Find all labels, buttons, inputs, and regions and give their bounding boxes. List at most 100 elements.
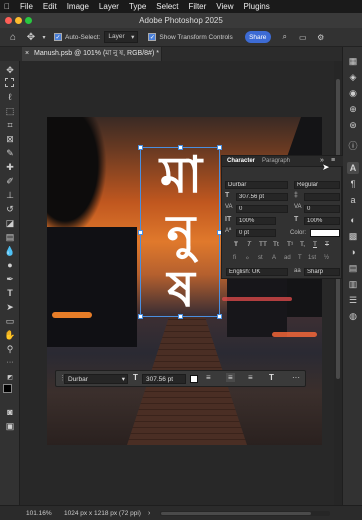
auto-select-dropdown[interactable]: Layer ▾ — [104, 31, 139, 43]
patterns-icon[interactable]: ▥ — [347, 278, 359, 290]
color-icon[interactable]: ◑ — [347, 246, 359, 258]
horizontal-scrollbar[interactable] — [160, 511, 330, 516]
superscript-button[interactable]: T¹ — [287, 241, 293, 249]
info-icon[interactable]: ⓘ — [347, 140, 359, 152]
kerning-field[interactable]: 0 — [236, 205, 288, 213]
tab-paragraph[interactable]: Paragraph — [262, 158, 290, 164]
horizontal-scale-field[interactable]: 100% — [304, 217, 340, 225]
type-tool-icon[interactable]: T — [4, 287, 16, 299]
eyedropper-tool-icon[interactable]: ✎ — [4, 147, 16, 159]
swash-button[interactable]: A — [272, 254, 276, 262]
tracking-field[interactable]: 0 — [304, 205, 340, 213]
search-icon[interactable]: ⌕ — [279, 32, 291, 42]
menu-view[interactable]: View — [211, 2, 238, 11]
fractions-button[interactable]: ½ — [324, 254, 329, 262]
eraser-tool-icon[interactable]: ◪ — [4, 217, 16, 229]
font-size-field[interactable]: 307.56 pt — [236, 193, 288, 201]
hand-tool-icon[interactable]: ✋ — [4, 329, 16, 341]
history-icon[interactable]: ◐ — [347, 214, 359, 226]
context-font-size-field[interactable]: 307.56 pt — [142, 374, 186, 384]
crop-tool-icon[interactable]: ⌗ — [4, 119, 16, 131]
move-tool-icon[interactable]: ✥ — [4, 64, 16, 76]
close-tab-icon[interactable]: × — [25, 47, 29, 61]
align-right-icon[interactable]: ≡ — [248, 373, 253, 382]
font-family-select[interactable]: Durbar — [225, 181, 288, 189]
panel-menu-icon[interactable]: ≡ — [331, 157, 335, 164]
transform-handle[interactable] — [178, 145, 183, 150]
foreground-color-swatch[interactable] — [3, 384, 12, 393]
glyphs-icon[interactable]: a — [347, 194, 359, 206]
vertical-scrollbar[interactable] — [334, 61, 342, 505]
align-center-icon[interactable]: ≡ — [226, 373, 235, 382]
clone-stamp-tool-icon[interactable]: ⊥ — [4, 189, 16, 201]
more-options-button[interactable]: ··· — [292, 373, 300, 382]
font-style-select[interactable]: Regular — [294, 181, 340, 189]
leading-field[interactable] — [304, 193, 340, 201]
close-window-button[interactable] — [5, 17, 12, 24]
auto-select-checkbox[interactable]: ✓ — [54, 33, 62, 41]
object-select-tool-icon[interactable]: ⬚ — [4, 105, 16, 117]
screen-mode-icon[interactable]: ▣ — [4, 420, 16, 432]
strikethrough-button[interactable]: T — [325, 241, 329, 249]
rectangle-tool-icon[interactable]: ▭ — [4, 315, 16, 327]
gradient-tool-icon[interactable]: ▤ — [4, 231, 16, 243]
menu-edit[interactable]: Edit — [38, 2, 62, 11]
share-button[interactable]: Share — [244, 31, 271, 43]
transform-handle[interactable] — [138, 145, 143, 150]
lasso-tool-icon[interactable]: ℓ — [4, 91, 16, 103]
document-tab[interactable]: × Manush.psb @ 101% (মা নু ষ, RGB/8#) * — [22, 47, 162, 61]
move-tool-icon[interactable]: ✥ — [22, 32, 40, 43]
blur-tool-icon[interactable]: 💧 — [4, 245, 16, 257]
align-left-icon[interactable]: ≡ — [206, 373, 211, 382]
zoom-level[interactable]: 101.16% — [26, 510, 52, 517]
settings-icon[interactable]: ⚙ — [315, 33, 327, 42]
apple-menu-icon[interactable]:  — [0, 2, 15, 11]
layers-icon[interactable]: ◈ — [347, 71, 359, 83]
styles-icon[interactable]: ◍ — [347, 310, 359, 322]
channels-icon[interactable]: ⊕ — [347, 103, 359, 115]
frame-tool-icon[interactable]: ⊠ — [4, 133, 16, 145]
menu-layer[interactable]: Layer — [94, 2, 124, 11]
text-color-swatch[interactable] — [310, 229, 340, 237]
marquee-tool-icon[interactable] — [5, 78, 14, 87]
titling-alternates-button[interactable]: T — [298, 254, 302, 262]
default-colors-icon[interactable]: ◩ — [4, 372, 16, 384]
stylistic-alternates-button[interactable]: ad — [284, 254, 291, 262]
faux-bold-button[interactable]: T — [234, 241, 238, 249]
tab-character[interactable]: Character — [227, 158, 255, 164]
menu-filter[interactable]: Filter — [184, 2, 212, 11]
menu-type[interactable]: Type — [124, 2, 151, 11]
history-brush-tool-icon[interactable]: ↺ — [4, 203, 16, 215]
transform-handle[interactable] — [217, 145, 222, 150]
horizontal-scrollbar-thumb[interactable] — [161, 512, 311, 515]
ligatures-button[interactable]: fi — [233, 254, 236, 262]
tool-preset-chevron-icon[interactable]: ▾ — [40, 34, 48, 41]
zoom-window-button[interactable] — [25, 17, 32, 24]
more-tools-icon[interactable]: ··· — [4, 357, 16, 369]
menu-select[interactable]: Select — [151, 2, 183, 11]
paths-icon[interactable]: ⊛ — [347, 119, 359, 131]
minimize-window-button[interactable] — [15, 17, 22, 24]
baseline-shift-field[interactable]: 0 pt — [236, 229, 276, 237]
transform-handle[interactable] — [178, 314, 183, 319]
anti-alias-select[interactable]: Sharp — [304, 268, 340, 276]
discretionary-ligatures-button[interactable]: st — [258, 254, 263, 262]
healing-brush-tool-icon[interactable]: ✚ — [4, 161, 16, 173]
ordinals-button[interactable]: 1st — [308, 254, 316, 262]
warp-text-icon[interactable]: T — [269, 373, 274, 382]
context-font-family-select[interactable]: Durbar ▾ — [64, 374, 128, 384]
menu-plugins[interactable]: Plugins — [239, 2, 275, 11]
properties-icon[interactable]: ▦ — [347, 55, 359, 67]
underline-button[interactable]: T — [313, 241, 317, 249]
workspace-icon[interactable]: ▭ — [297, 33, 309, 42]
paragraph-panel-icon[interactable]: ¶ — [347, 178, 359, 190]
text-layer-bounding-box[interactable]: মা নু ষ — [138, 145, 222, 319]
transform-handle[interactable] — [138, 314, 143, 319]
zoom-tool-icon[interactable]: ⚲ — [4, 343, 16, 355]
quick-mask-icon[interactable]: ◙ — [4, 406, 16, 418]
adjustments-icon[interactable]: ◉ — [347, 87, 359, 99]
faux-italic-button[interactable]: T — [247, 241, 251, 249]
menu-image[interactable]: Image — [62, 2, 94, 11]
gradients-icon[interactable]: ▤ — [347, 262, 359, 274]
vertical-scale-field[interactable]: 100% — [236, 217, 276, 225]
